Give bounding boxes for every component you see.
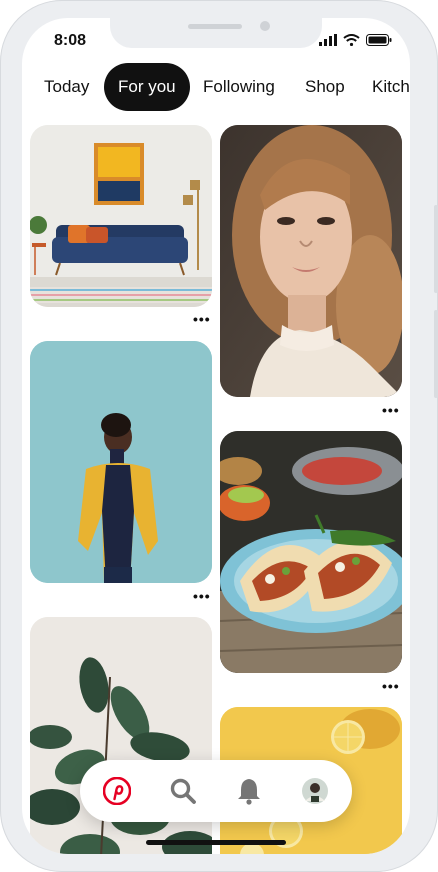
portrait-image <box>220 125 402 397</box>
living-room-image <box>30 125 212 307</box>
power-button <box>434 310 438 398</box>
volume-button <box>434 205 438 293</box>
tab-kitchen[interactable]: Kitch <box>372 63 410 111</box>
search-tab[interactable] <box>164 772 202 810</box>
tab-for-you[interactable]: For you <box>104 63 190 111</box>
pin-options-icon[interactable]: ••• <box>193 588 211 604</box>
pinterest-logo-icon <box>103 777 131 805</box>
wifi-icon <box>343 34 360 46</box>
speaker <box>188 24 242 29</box>
home-indicator[interactable] <box>146 840 286 845</box>
status-icons <box>319 34 392 46</box>
tacos-image <box>220 431 402 673</box>
model-image <box>30 341 212 583</box>
tab-today[interactable]: Today <box>44 63 89 111</box>
home-tab[interactable] <box>98 772 136 810</box>
signal-icon <box>319 34 337 46</box>
status-time: 8:08 <box>54 32 87 49</box>
notch <box>110 18 322 48</box>
bottom-nav <box>80 760 352 822</box>
portrait-woman-pin[interactable] <box>220 125 402 397</box>
tab-shop[interactable]: Shop <box>305 63 345 111</box>
search-icon <box>170 778 196 804</box>
living-room-pin[interactable] <box>30 125 212 307</box>
phone-frame: 8:08 Today For you Following Shop Kitch … <box>0 0 438 872</box>
pin-options-icon[interactable]: ••• <box>382 402 400 418</box>
bell-icon <box>238 779 260 805</box>
profile-tab[interactable] <box>296 772 334 810</box>
pin-options-icon[interactable]: ••• <box>193 311 211 327</box>
front-camera <box>260 21 270 31</box>
pin-options-icon[interactable]: ••• <box>382 678 400 694</box>
tacos-pin[interactable] <box>220 431 402 673</box>
feed-tabs: Today For you Following Shop Kitch <box>22 63 410 111</box>
yellow-jacket-model-pin[interactable] <box>30 341 212 583</box>
phone-screen: 8:08 Today For you Following Shop Kitch … <box>22 18 410 854</box>
tab-following[interactable]: Following <box>203 63 275 111</box>
profile-avatar-icon <box>302 778 328 804</box>
notifications-tab[interactable] <box>230 772 268 810</box>
battery-icon <box>366 34 392 46</box>
